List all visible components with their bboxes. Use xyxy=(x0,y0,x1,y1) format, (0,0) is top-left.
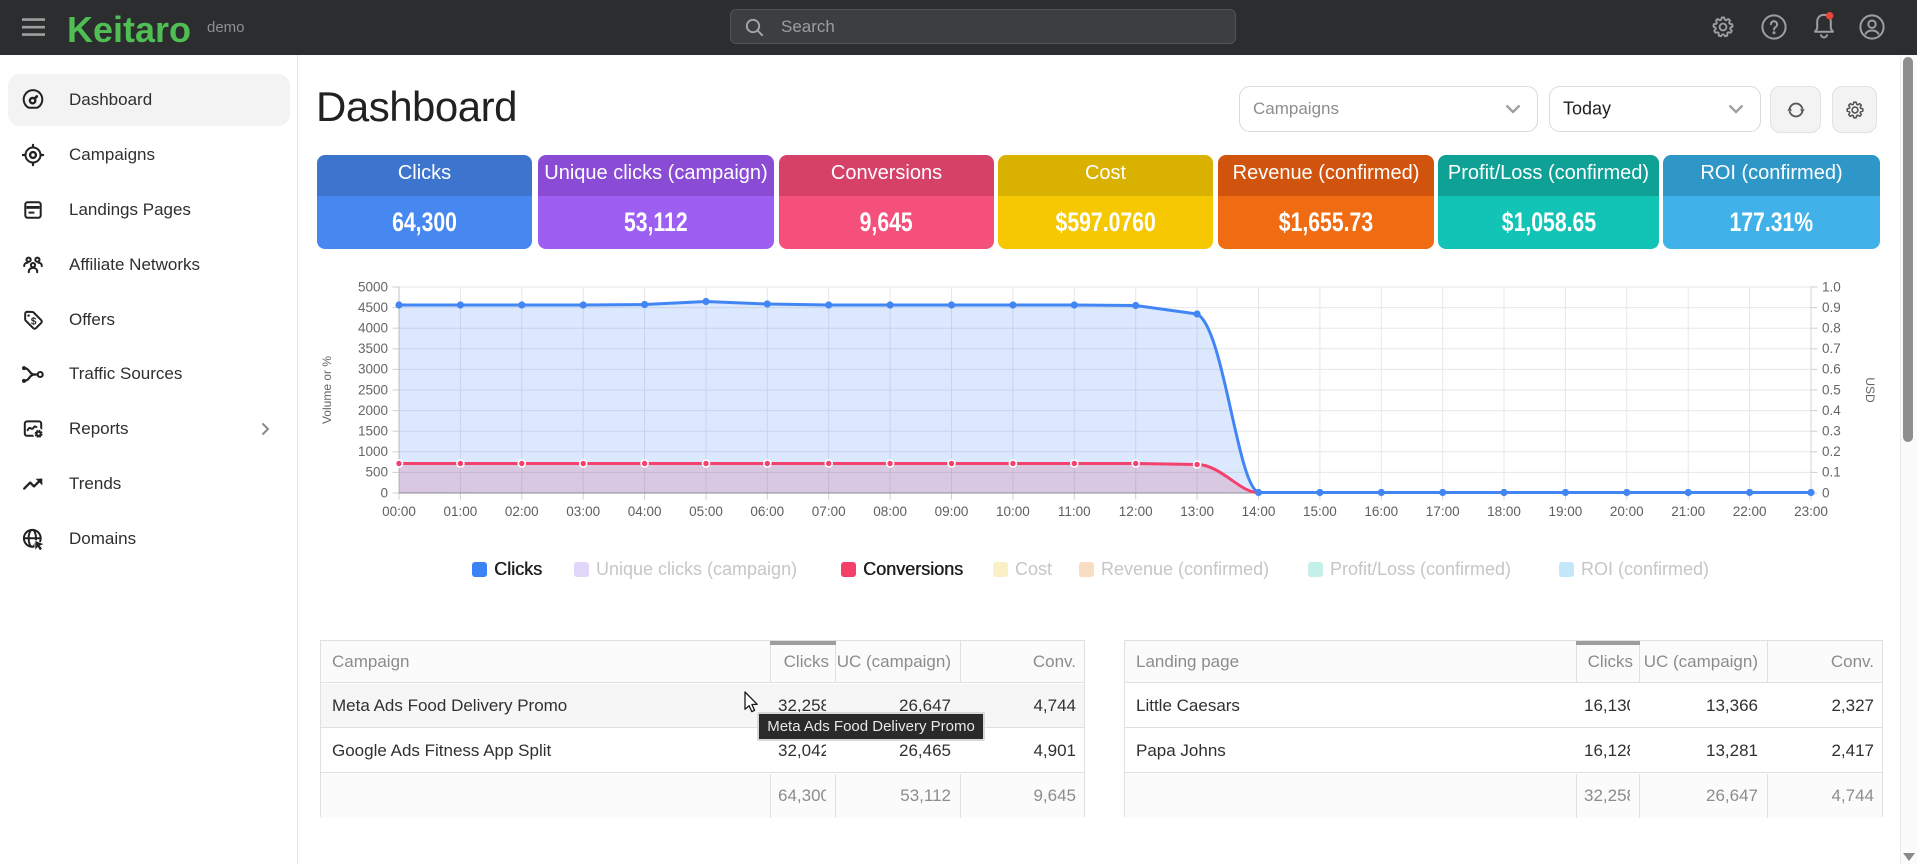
svg-text:02:00: 02:00 xyxy=(505,504,539,519)
svg-text:18:00: 18:00 xyxy=(1487,504,1521,519)
svg-text:2000: 2000 xyxy=(358,403,388,418)
svg-text:22:00: 22:00 xyxy=(1733,504,1767,519)
svg-text:3500: 3500 xyxy=(358,341,388,356)
svg-text:11:00: 11:00 xyxy=(1058,504,1091,519)
svg-text:4500: 4500 xyxy=(358,300,388,315)
svg-text:04:00: 04:00 xyxy=(628,504,662,519)
svg-text:19:00: 19:00 xyxy=(1549,504,1583,519)
svg-text:4000: 4000 xyxy=(358,321,388,336)
svg-text:05:00: 05:00 xyxy=(689,504,723,519)
svg-text:20:00: 20:00 xyxy=(1610,504,1644,519)
svg-text:USD: USD xyxy=(1863,377,1877,403)
svg-text:09:00: 09:00 xyxy=(935,504,969,519)
svg-text:16:00: 16:00 xyxy=(1364,504,1398,519)
svg-text:1500: 1500 xyxy=(358,424,388,439)
svg-text:01:00: 01:00 xyxy=(444,504,478,519)
svg-text:Volume or %: Volume or % xyxy=(320,356,334,424)
svg-text:3000: 3000 xyxy=(358,362,388,377)
svg-text:5000: 5000 xyxy=(358,279,388,294)
svg-text:14:00: 14:00 xyxy=(1242,504,1276,519)
svg-text:13:00: 13:00 xyxy=(1180,504,1214,519)
svg-text:0.5: 0.5 xyxy=(1822,382,1841,397)
svg-text:06:00: 06:00 xyxy=(750,504,784,519)
svg-text:23:00: 23:00 xyxy=(1794,504,1828,519)
svg-text:21:00: 21:00 xyxy=(1671,504,1705,519)
svg-text:1.0: 1.0 xyxy=(1822,279,1841,294)
svg-text:07:00: 07:00 xyxy=(812,504,846,519)
svg-text:0.3: 0.3 xyxy=(1822,424,1841,439)
svg-text:15:00: 15:00 xyxy=(1303,504,1337,519)
svg-text:500: 500 xyxy=(365,465,388,480)
svg-text:$: $ xyxy=(31,316,37,327)
svg-text:0.4: 0.4 xyxy=(1822,403,1841,418)
svg-text:0.7: 0.7 xyxy=(1822,341,1841,356)
svg-text:0.8: 0.8 xyxy=(1822,321,1841,336)
svg-text:0.9: 0.9 xyxy=(1822,300,1841,315)
svg-text:00:00: 00:00 xyxy=(382,504,416,519)
svg-text:0.2: 0.2 xyxy=(1822,444,1841,459)
svg-text:1000: 1000 xyxy=(358,444,388,459)
svg-text:0: 0 xyxy=(1822,485,1830,500)
svg-text:10:00: 10:00 xyxy=(996,504,1030,519)
svg-text:03:00: 03:00 xyxy=(566,504,600,519)
svg-text:2500: 2500 xyxy=(358,382,388,397)
svg-text:17:00: 17:00 xyxy=(1426,504,1460,519)
svg-text:0: 0 xyxy=(380,485,388,500)
svg-text:0.6: 0.6 xyxy=(1822,362,1841,377)
svg-text:12:00: 12:00 xyxy=(1119,504,1153,519)
svg-text:08:00: 08:00 xyxy=(873,504,907,519)
svg-text:0.1: 0.1 xyxy=(1822,465,1841,480)
